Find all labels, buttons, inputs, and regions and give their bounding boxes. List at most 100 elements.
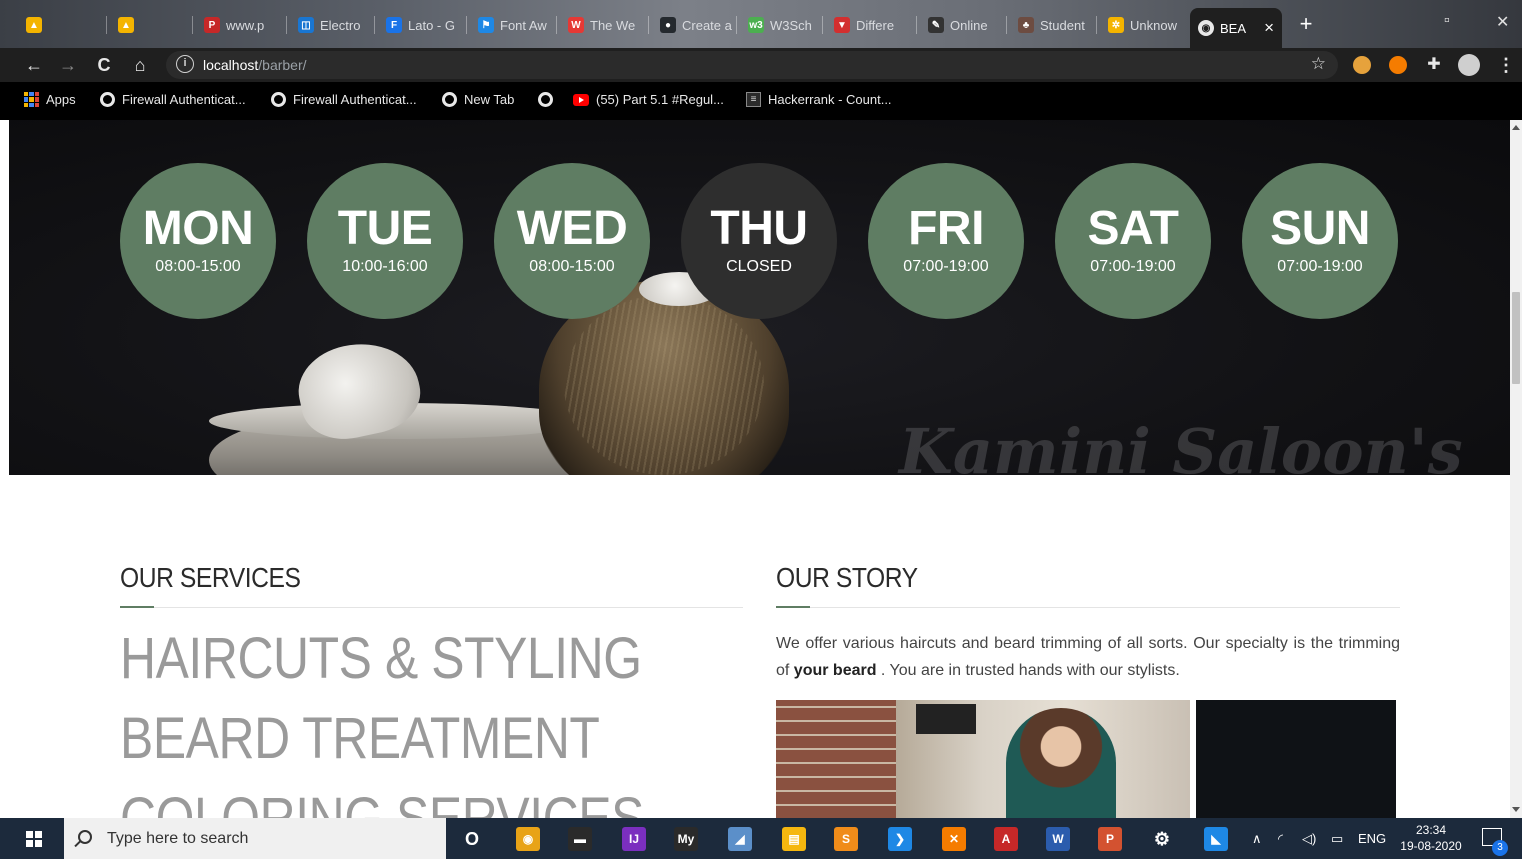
tab-2[interactable]: Pwww.p — [196, 10, 280, 40]
address-bar[interactable]: i localhost/barber/ ☆ — [166, 51, 1338, 79]
tab-favicon-icon: F — [386, 17, 402, 33]
taskbar-clock[interactable]: 23:34 19-08-2020 — [1396, 822, 1466, 854]
day-name: THU — [710, 202, 808, 255]
browser-toolbar: ← → C ⌂ i localhost/barber/ ☆ ✚ ⋮ — [0, 48, 1522, 82]
scroll-down-arrow-icon[interactable] — [1512, 807, 1520, 812]
tab-active-label: BEA — [1220, 20, 1247, 36]
tab-separator — [286, 16, 287, 34]
profile-avatar[interactable] — [1458, 54, 1480, 76]
taskbar-search-box[interactable]: Type here to search — [64, 818, 446, 859]
tab-11[interactable]: ♣ Student — [1010, 10, 1094, 40]
tab-label: W3Sch — [770, 17, 812, 33]
browser-menu-icon[interactable]: ⋮ — [1494, 53, 1518, 77]
bookmark-3[interactable]: New Tab — [442, 92, 514, 107]
vscode-icon[interactable]: ❯ — [888, 827, 912, 851]
opening-hours-banner: Kamini Saloon's MON 08:00-15:00 TUE 10:00-1… — [9, 120, 1510, 475]
day-mon: MON 08:00-15:00 — [120, 163, 276, 319]
tray-chevron-icon[interactable]: ∧ — [1252, 831, 1262, 847]
back-icon[interactable]: ← — [22, 53, 46, 77]
tab-close-icon[interactable]: × — [1264, 18, 1274, 38]
bookmark-2[interactable]: Firewall Authenticat... — [271, 92, 417, 107]
intellij-icon[interactable]: IJ — [622, 827, 646, 851]
tab-label: Lato - G — [408, 17, 455, 33]
clock-date: 19-08-2020 — [1400, 839, 1462, 853]
day-hours: 07:00-19:00 — [903, 258, 989, 275]
tab-label: Differe — [856, 17, 895, 33]
minimize-icon[interactable]: ▫ — [1444, 12, 1450, 30]
service-haircuts[interactable]: HAIRCUTS & STYLING — [120, 625, 642, 692]
reload-icon[interactable]: C — [92, 53, 116, 77]
tab-8[interactable]: w3 W3Sch — [740, 10, 824, 40]
tab-favicon-icon: ● — [660, 17, 676, 33]
scroll-thumb[interactable] — [1512, 292, 1520, 384]
brick-wall-detail — [776, 700, 896, 818]
tab-favicon-icon: ▼ — [834, 17, 850, 33]
terminal-icon[interactable]: ▬ — [568, 827, 592, 851]
service-coloring[interactable]: COLORING SERVICES — [120, 785, 644, 818]
mysql-icon[interactable]: My — [674, 827, 698, 851]
chrome-icon[interactable]: ◉ — [516, 827, 540, 851]
notes-icon[interactable]: ◢ — [728, 827, 752, 851]
page-scrollbar[interactable] — [1510, 120, 1522, 818]
bookmark-1[interactable]: Firewall Authenticat... — [100, 92, 246, 107]
tab-favicon-icon: w3 — [748, 17, 764, 33]
powerpoint-icon[interactable]: P — [1098, 827, 1122, 851]
bookmark-star-icon[interactable]: ☆ — [1311, 54, 1326, 74]
acrobat-icon[interactable]: A — [994, 827, 1018, 851]
bookmark-0[interactable]: Apps — [24, 92, 76, 107]
globe-icon — [442, 92, 457, 107]
tab-10[interactable]: ✎ Online — [920, 10, 1004, 40]
tab-3[interactable]: ◫ Electro — [290, 10, 374, 40]
photos-icon[interactable]: ◣ — [1204, 827, 1228, 851]
browser-tab-strip: ◉ BEA × + ▫ ✕ ▲ ▲ Pwww.p ◫ Electro F Lato - G ⚑… — [0, 0, 1522, 48]
file-explorer-icon[interactable]: ▤ — [782, 827, 806, 851]
bookmark-label: New Tab — [464, 92, 515, 107]
site-info-icon[interactable]: i — [176, 55, 194, 73]
tab-1[interactable]: ▲ — [110, 10, 150, 40]
tab-favicon-icon: ⚑ — [478, 17, 494, 33]
bookmark-6[interactable]: ≡ Hackerrank - Count... — [746, 92, 892, 107]
scroll-up-arrow-icon[interactable] — [1512, 125, 1520, 130]
tab-active[interactable]: ◉ BEA × — [1190, 8, 1282, 48]
sublime-icon[interactable]: S — [834, 827, 858, 851]
bookmark-5[interactable]: (55) Part 5.1 #Regul... — [573, 92, 724, 107]
tab-7[interactable]: ● Create a — [652, 10, 736, 40]
extensions-puzzle-icon[interactable]: ✚ — [1422, 53, 1446, 77]
word-icon[interactable]: W — [1046, 827, 1070, 851]
story-paragraph: We offer various haircuts and beard trim… — [776, 630, 1400, 684]
pumpkin-extension-icon[interactable] — [1389, 56, 1407, 74]
tab-favicon-icon: ◫ — [298, 17, 314, 33]
tab-9[interactable]: ▼ Differe — [826, 10, 910, 40]
volume-icon[interactable]: ◁) — [1302, 831, 1316, 847]
address-url[interactable]: localhost/barber/ — [203, 57, 307, 73]
new-tab-button[interactable]: + — [1294, 12, 1318, 36]
tab-6[interactable]: W The We — [560, 10, 644, 40]
home-icon[interactable]: ⌂ — [128, 53, 152, 77]
close-window-icon[interactable]: ✕ — [1496, 12, 1509, 32]
tab-4[interactable]: F Lato - G — [378, 10, 462, 40]
day-hours: 08:00-15:00 — [529, 258, 615, 275]
salon-watermark: Kamini Saloon's — [899, 415, 1463, 475]
cortana-icon[interactable]: O — [460, 827, 484, 851]
tab-0[interactable]: ▲ — [18, 10, 58, 40]
language-indicator[interactable]: ENG — [1358, 831, 1386, 846]
start-button[interactable] — [0, 818, 64, 859]
tab-label: www.p — [226, 17, 265, 33]
cookie-extension-icon[interactable] — [1353, 56, 1371, 74]
tab-separator — [106, 16, 107, 34]
tab-12[interactable]: ✲ Unknow — [1100, 10, 1184, 40]
network-icon[interactable]: ◜ — [1278, 831, 1283, 847]
service-beard[interactable]: BEARD TREATMENT — [120, 705, 600, 772]
tab-5[interactable]: ⚑ Font Aw — [470, 10, 554, 40]
screen: ◉ BEA × + ▫ ✕ ▲ ▲ Pwww.p ◫ Electro F Lato - G ⚑… — [0, 0, 1522, 859]
battery-icon[interactable]: ▭ — [1331, 831, 1343, 847]
forward-icon[interactable]: → — [56, 53, 80, 77]
bookmark-label: (55) Part 5.1 #Regul... — [596, 92, 724, 107]
xampp-icon[interactable]: ✕ — [942, 827, 966, 851]
bookmark-4[interactable] — [538, 92, 553, 107]
day-sat: SAT 07:00-19:00 — [1055, 163, 1211, 319]
youtube-icon — [573, 93, 589, 106]
day-hours: 08:00-15:00 — [155, 258, 241, 275]
tab-separator — [648, 16, 649, 34]
settings-icon[interactable]: ⚙ — [1150, 827, 1174, 851]
